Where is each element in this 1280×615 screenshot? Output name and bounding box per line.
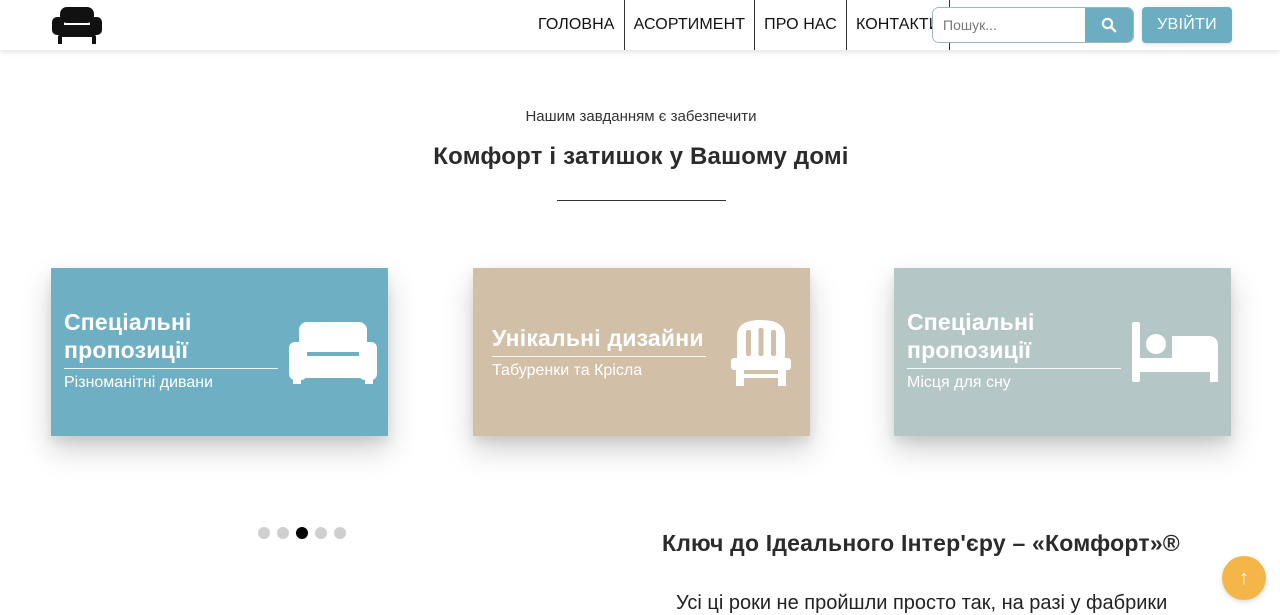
- intro-divider: [557, 200, 726, 201]
- sofa-icon: [289, 322, 377, 384]
- carousel-dot[interactable]: [334, 527, 346, 539]
- login-button[interactable]: УВІЙТИ: [1142, 7, 1232, 43]
- nav-about[interactable]: ПРО НАС: [754, 0, 846, 50]
- intro-subtitle: Нашим завданням є забезпечити: [525, 108, 757, 125]
- card-title: Спеціальні пропозиції: [907, 309, 1035, 363]
- arrow-up-icon: ↑: [1239, 566, 1249, 589]
- carousel-dot-active[interactable]: [296, 527, 308, 539]
- card-unique-designs[interactable]: Унікальні дизайни Табуренки та Крісла: [473, 268, 810, 436]
- card-divider: [907, 368, 1121, 369]
- carousel-dot[interactable]: [277, 527, 289, 539]
- intro-title: Комфорт і затишок у Вашому домі: [433, 143, 849, 170]
- bed-icon: [1132, 322, 1218, 382]
- nav-home[interactable]: ГОЛОВНА: [529, 0, 624, 50]
- carousel-dot[interactable]: [315, 527, 327, 539]
- card-subtitle: Місця для сну: [907, 374, 1011, 391]
- search-button[interactable]: [1085, 8, 1133, 42]
- search-box: [932, 7, 1134, 43]
- card-subtitle: Табуренки та Крісла: [492, 362, 643, 379]
- carousel-dot[interactable]: [258, 527, 270, 539]
- card-title: Унікальні дизайни: [492, 325, 704, 351]
- armchair-icon[interactable]: [50, 5, 104, 45]
- card-divider: [492, 356, 706, 357]
- scroll-top-button[interactable]: ↑: [1222, 556, 1266, 600]
- card-divider: [64, 368, 278, 369]
- nav-catalog[interactable]: АСОРТИМЕНТ: [623, 0, 755, 50]
- search-input[interactable]: [933, 8, 1085, 42]
- card-subtitle: Різноманітні дивани: [64, 374, 214, 391]
- main-nav: ГОЛОВНА АСОРТИМЕНТ ПРО НАС КОНТАКТИ: [529, 0, 951, 50]
- card-special-offers-sofas[interactable]: Спеціальні пропозиції Різноманітні диван…: [51, 268, 388, 436]
- header: ГОЛОВНА АСОРТИМЕНТ ПРО НАС КОНТАКТИ УВІЙ…: [0, 0, 1280, 50]
- card-title: Спеціальні пропозиції: [64, 309, 192, 363]
- card-special-offers-beds[interactable]: Спеціальні пропозиції Місця для сну: [894, 268, 1231, 436]
- about-body: Усі ці роки не пройшли просто так, на ра…: [676, 592, 1168, 614]
- carousel-dots: [258, 527, 346, 539]
- about-title: Ключ до Ідеального Інтер'єру – «Комфорт»…: [662, 530, 1180, 556]
- search-icon: [1101, 17, 1117, 33]
- chair-icon: [731, 320, 791, 386]
